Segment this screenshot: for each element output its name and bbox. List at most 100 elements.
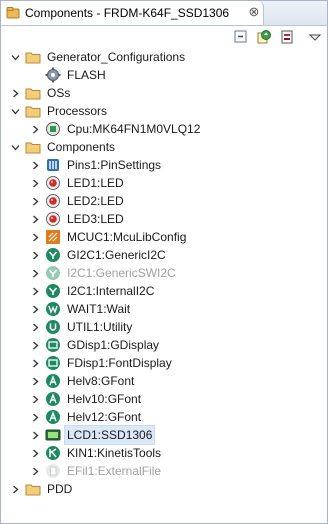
expand-toggle-icon[interactable] (9, 102, 21, 120)
lcd-icon (45, 427, 61, 443)
tree-node-label: WAIT1:Wait (67, 302, 131, 316)
display-icon (45, 355, 61, 371)
collapse-toggle-icon[interactable] (29, 246, 41, 264)
font-icon (45, 409, 61, 425)
tree-node-oss[interactable]: OSs (1, 84, 327, 102)
view-toolbar (1, 26, 327, 46)
tree-node-label: GI2C1:GenericI2C (67, 248, 166, 262)
tree-node-label: LCD1:SSD1306 (63, 425, 156, 445)
tree-node-label: LED3:LED (67, 212, 124, 226)
collapse-toggle-icon[interactable] (29, 228, 41, 246)
tree-node-component[interactable]: I2C1:GenericSWI2C (1, 264, 327, 282)
collapse-toggle-icon[interactable] (29, 156, 41, 174)
tree-node-component[interactable]: Pins1:PinSettings (1, 156, 327, 174)
tree-node-pdd[interactable]: PDD (1, 480, 327, 498)
collapse-toggle-icon[interactable] (29, 426, 41, 444)
collapse-toggle-icon[interactable] (29, 264, 41, 282)
collapse-toggle-icon[interactable] (29, 282, 41, 300)
collapse-toggle-icon[interactable] (29, 408, 41, 426)
view-title-bar: Components - FRDM-K64F_SSD1306 ⊗ (1, 1, 327, 26)
tree-node-component[interactable]: MCUC1:McuLibConfig (1, 228, 327, 246)
collapse-toggle-icon[interactable] (9, 84, 21, 102)
tree-node-component[interactable]: WAIT1:Wait (1, 300, 327, 318)
led-icon (45, 175, 61, 191)
refresh-icon[interactable] (256, 29, 272, 45)
collapse-toggle-icon[interactable] (29, 210, 41, 228)
led-icon (45, 211, 61, 227)
tree-node-component[interactable]: LED1:LED (1, 174, 327, 192)
generate-code-icon[interactable] (279, 29, 295, 45)
led-icon (45, 193, 61, 209)
folder-icon (25, 49, 41, 65)
tree-node-label: I2C1:InternalI2C (67, 284, 155, 298)
i2c-icon (45, 283, 61, 299)
tree-node-label: Processors (47, 104, 108, 118)
pins-icon (45, 157, 61, 173)
tree-node-label: MCUC1:McuLibConfig (67, 230, 187, 244)
tree-node-generator-configurations[interactable]: Generator_Configurations (1, 48, 327, 66)
cpu-icon (45, 121, 61, 137)
tree-node-processors[interactable]: Processors (1, 102, 327, 120)
expand-toggle-icon[interactable] (9, 48, 21, 66)
tree-node-component[interactable]: Helv12:GFont (1, 408, 327, 426)
tree-node-label: LED2:LED (67, 194, 124, 208)
tree-node-label: Components (47, 140, 116, 154)
tree-node-label: GDisp1:GDisplay (67, 338, 160, 352)
tree-node-label: Cpu:MK64FN1M0VLQ12 (67, 122, 201, 136)
collapse-toggle-icon[interactable] (9, 480, 21, 498)
tree-node-label: PDD (47, 482, 73, 496)
tree-node-label: OSs (47, 86, 71, 100)
collapse-toggle-icon[interactable] (29, 462, 41, 480)
display-icon (45, 337, 61, 353)
view-menu-icon[interactable] (307, 29, 323, 45)
collapse-toggle-icon[interactable] (29, 120, 41, 138)
components-view-icon (6, 6, 20, 20)
tree-node-flash[interactable]: FLASH (1, 66, 327, 84)
tree-node-component[interactable]: GDisp1:GDisplay (1, 336, 327, 354)
tree-node-label: Helv10:GFont (67, 392, 142, 406)
tree-node-label: Helv8:GFont (67, 374, 135, 388)
expand-toggle-icon[interactable] (9, 138, 21, 156)
font-icon (45, 373, 61, 389)
collapse-toggle-icon[interactable] (29, 300, 41, 318)
tree-node-component[interactable]: GI2C1:GenericI2C (1, 246, 327, 264)
tree-node-label: FLASH (67, 68, 106, 82)
collapse-toggle-icon[interactable] (29, 372, 41, 390)
tree-node-component[interactable]: LCD1:SSD1306 (1, 425, 327, 445)
gear-icon (45, 67, 61, 83)
tree-node-cpu[interactable]: Cpu:MK64FN1M0VLQ12 (1, 120, 327, 138)
tree-node-component[interactable]: KIN1:KinetisTools (1, 444, 327, 462)
tree-node-label: EFil1:ExternalFile (67, 464, 162, 478)
folder-icon (25, 103, 41, 119)
tree-node-component[interactable]: LED3:LED (1, 210, 327, 228)
tree-node-component[interactable]: I2C1:InternalI2C (1, 282, 327, 300)
tree-node-label: Pins1:PinSettings (67, 158, 162, 172)
collapse-toggle-icon[interactable] (29, 444, 41, 462)
collapse-toggle-icon[interactable] (29, 354, 41, 372)
tree-node-component[interactable]: EFil1:ExternalFile (1, 462, 327, 480)
tree-node-component[interactable]: FDisp1:FontDisplay (1, 354, 327, 372)
components-view: Components - FRDM-K64F_SSD1306 ⊗ Generat… (0, 0, 328, 524)
collapse-toggle-icon[interactable] (29, 174, 41, 192)
collapse-toggle-icon[interactable] (29, 336, 41, 354)
tree-node-component[interactable]: Helv10:GFont (1, 390, 327, 408)
collapse-toggle-icon[interactable] (29, 192, 41, 210)
tree-node-components[interactable]: Components (1, 138, 327, 156)
collapse-toggle-icon[interactable] (29, 318, 41, 336)
collapse-toggle-icon[interactable] (29, 390, 41, 408)
file-icon (45, 463, 61, 479)
mcu-lib-config-icon (45, 229, 61, 245)
tree-node-component[interactable]: UTIL1:Utility (1, 318, 327, 336)
tree-node-component[interactable]: LED2:LED (1, 192, 327, 210)
view-tab[interactable]: Components - FRDM-K64F_SSD1306 ⊗ (1, 1, 264, 25)
tree-node-label: I2C1:GenericSWI2C (67, 266, 176, 280)
close-view-button[interactable]: ⊗ (247, 5, 261, 19)
tree-node-component[interactable]: Helv8:GFont (1, 372, 327, 390)
collapse-all-icon[interactable] (233, 29, 249, 45)
component-tree: Generator_Configurations FLASH OSs Proce… (1, 48, 327, 498)
utility-icon (45, 319, 61, 335)
kinetis-icon (45, 445, 61, 461)
font-icon (45, 391, 61, 407)
tree-node-label: LED1:LED (67, 176, 124, 190)
tree-node-label: Generator_Configurations (47, 50, 186, 64)
